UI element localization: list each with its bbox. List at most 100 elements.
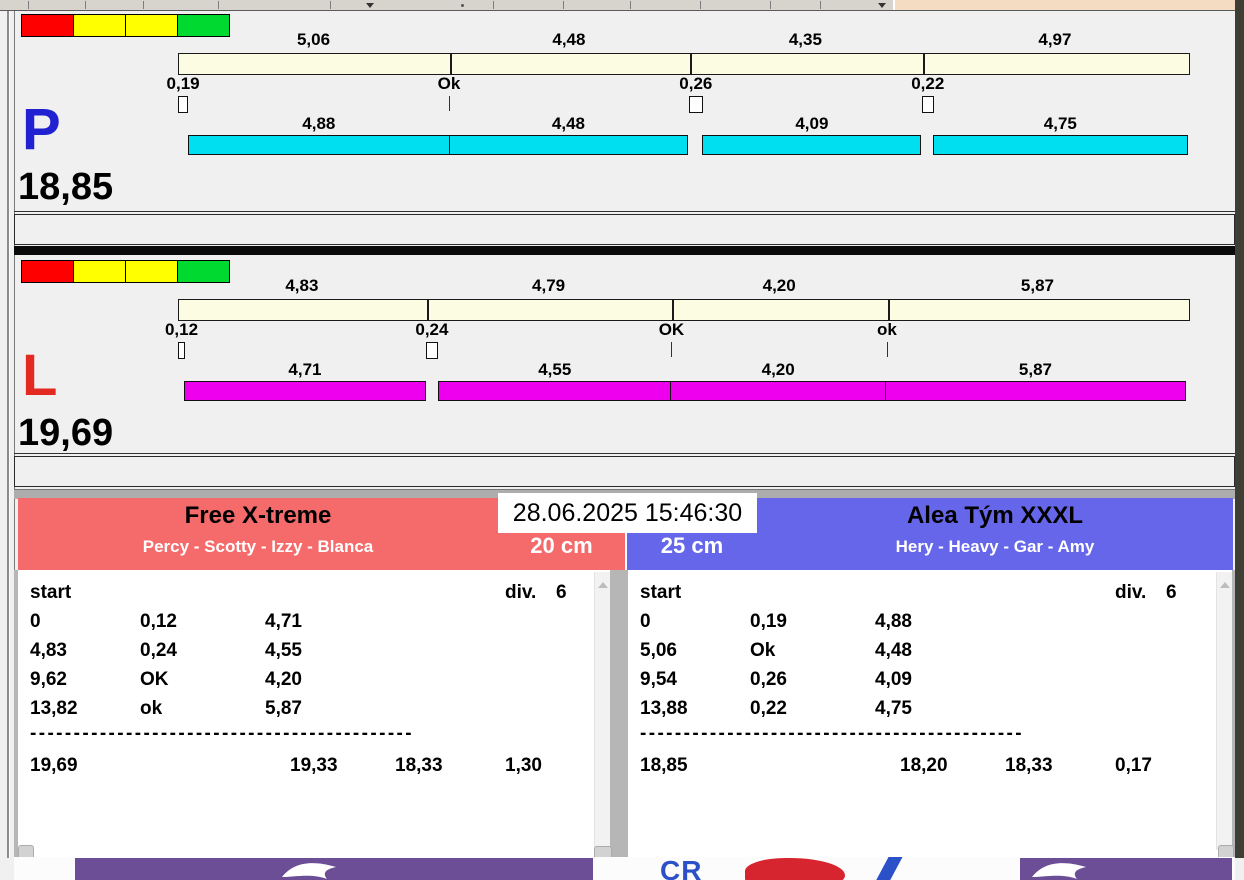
reference-segment-label: 4,48 xyxy=(552,30,586,49)
reference-segment-divider xyxy=(923,54,925,74)
panel-total-time: 18,85 xyxy=(18,166,114,208)
dropdown-arrow-icon xyxy=(366,3,374,8)
fault-marker-box xyxy=(688,96,703,113)
reference-segment-divider xyxy=(450,54,452,74)
lane-separator xyxy=(14,246,1235,255)
reference-bar xyxy=(178,53,1190,75)
bar-area: 4,83 4,79 4,20 5,87 0,12 0,24 OK ok 4,71 4,55 4,20… xyxy=(165,257,1190,407)
fault-marker-box xyxy=(425,342,439,359)
bird-silhouette-icon xyxy=(282,863,336,879)
scroll-up-icon[interactable] xyxy=(1219,582,1230,588)
run-segment-label: 4,55 xyxy=(538,360,572,379)
run-bar-segment xyxy=(448,135,689,155)
table-start-label: start xyxy=(640,582,682,603)
reference-segment-label: 5,06 xyxy=(296,30,331,49)
table-separator: ----------------------------------------… xyxy=(640,723,1024,744)
run-bar-segment xyxy=(670,381,886,401)
table-start-label: start xyxy=(30,582,72,603)
toolbar-divider xyxy=(700,1,701,9)
reference-segment-label: 5,87 xyxy=(1020,276,1054,295)
cr-logo-blue-slash xyxy=(871,857,903,880)
table-cell: OK xyxy=(140,669,169,690)
run-segment-label: 4,75 xyxy=(1043,114,1077,133)
run-bar-segment xyxy=(184,381,426,401)
table-cell: 0 xyxy=(30,611,41,632)
table-cell: 0,19 xyxy=(750,611,787,632)
team-name: Free X-treme xyxy=(184,502,332,529)
fault-label: 0,12 xyxy=(164,320,199,339)
fault-marker-box xyxy=(178,96,189,113)
table-cell: 4,48 xyxy=(875,640,912,661)
table-cell: 0 xyxy=(640,611,651,632)
toolbar-divider xyxy=(493,1,494,9)
toolbar-dot-icon xyxy=(461,4,464,7)
reference-segment-label: 4,35 xyxy=(788,30,822,49)
table-cell: ok xyxy=(140,698,163,719)
bar-area: 5,06 4,48 4,35 4,97 0,19 Ok 0,26 0,22 4,88 4,48 4,… xyxy=(167,11,1190,161)
table-cell: 4,20 xyxy=(265,669,302,690)
table-cell: 4,75 xyxy=(875,698,912,719)
fault-label: 0,22 xyxy=(911,74,945,93)
panel-letter: L xyxy=(22,343,58,408)
timing-panel-p: 5,06 4,48 4,35 4,97 0,19 Ok 0,26 0,22 4,88 4,48 4,… xyxy=(14,11,1235,211)
reference-segment-label: 4,83 xyxy=(285,276,319,295)
reference-bar xyxy=(178,299,1190,321)
panel-total-time: 19,69 xyxy=(18,412,114,454)
table-scrollbar[interactable] xyxy=(594,572,610,850)
table-cell: Ok xyxy=(750,640,776,661)
table-scrollbar[interactable] xyxy=(1216,572,1232,850)
run-segment-label: 5,87 xyxy=(1018,360,1052,379)
fault-label: 0,26 xyxy=(679,74,713,93)
table-div-label: div. xyxy=(1115,582,1147,603)
table-total: 19,69 xyxy=(30,755,78,776)
fault-label: ok xyxy=(876,320,897,339)
fault-marker-box xyxy=(921,96,934,113)
reference-segment-divider xyxy=(690,54,692,74)
table-cell: 13,88 xyxy=(640,698,688,719)
scroll-up-icon[interactable] xyxy=(597,582,608,588)
traffic-light xyxy=(125,14,178,37)
toolbar-divider xyxy=(143,1,144,9)
table-cell: 0,26 xyxy=(750,669,787,690)
table-div-value: 6 xyxy=(1166,582,1177,603)
run-bar-segment xyxy=(438,381,672,401)
table-div-label: div. xyxy=(505,582,537,603)
datetime-display: 28.06.2025 15:46:30 xyxy=(498,493,757,533)
run-segment-label: 4,09 xyxy=(795,114,829,133)
run-bar-segment xyxy=(702,135,922,155)
reference-segment-divider xyxy=(672,300,674,320)
table-cell: 4,83 xyxy=(30,640,67,661)
reference-segment-label: 4,97 xyxy=(1038,30,1072,49)
team-name: Alea Tým XXXL xyxy=(906,502,1084,529)
traffic-light xyxy=(125,260,178,283)
table-total: 18,20 xyxy=(900,755,948,776)
traffic-light xyxy=(73,260,126,283)
toolbar-divider xyxy=(85,1,86,9)
run-bar-segment xyxy=(884,381,1186,401)
table-cell: 0,12 xyxy=(140,611,177,632)
cr-logo-red-shape xyxy=(745,858,845,880)
fault-label: 0,19 xyxy=(166,74,200,93)
reference-segment-label: 4,79 xyxy=(532,276,566,295)
table-total: 18,33 xyxy=(395,755,443,776)
fault-tick-mark xyxy=(671,342,673,357)
table-total: 1,30 xyxy=(505,755,542,776)
team-results-table-right[interactable]: start div. 6 0 0,19 4,88 5,06 Ok 4,48 9,… xyxy=(628,570,1232,858)
reference-segment-label: 4,20 xyxy=(762,276,796,295)
table-separator: ----------------------------------------… xyxy=(30,723,414,744)
fault-tick-mark xyxy=(886,342,888,357)
fault-label: 0,24 xyxy=(415,320,449,339)
sponsor-banner: CR xyxy=(14,857,1235,880)
toolbar-divider xyxy=(330,1,331,9)
jump-height-badge: 25 cm xyxy=(660,533,724,558)
panel-letter: P xyxy=(22,97,61,162)
run-bar-segment xyxy=(188,135,450,155)
jump-height-badge: 20 cm xyxy=(530,533,593,558)
reference-segment-divider xyxy=(427,300,429,320)
team-results-table-left[interactable]: start div. 6 0 0,12 4,71 4,83 0,24 4,55 … xyxy=(18,570,610,858)
bird-silhouette-icon xyxy=(1032,863,1086,879)
status-strip xyxy=(14,456,1235,487)
table-cell: 4,71 xyxy=(265,611,302,632)
toolbar-divider xyxy=(630,1,631,9)
traffic-light xyxy=(21,14,74,37)
